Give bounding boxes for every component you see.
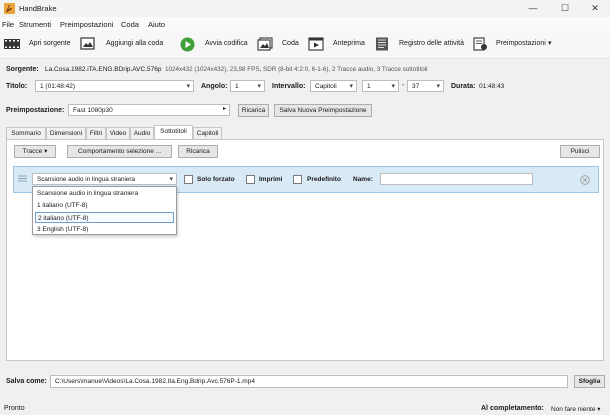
tab-dimensions[interactable]: Dimensioni xyxy=(46,127,86,139)
subtitle-track-select[interactable]: Scansione audio in lingua straniera xyxy=(32,173,177,185)
tracks-label: Tracce xyxy=(22,148,43,155)
dropdown-option-track-1[interactable]: 1 italiano (UTF-8) xyxy=(35,200,174,211)
handbrake-logo-icon xyxy=(4,3,15,14)
menu-queue[interactable]: Coda xyxy=(121,20,139,29)
forced-only-label: Solo forzato xyxy=(197,176,235,183)
add-to-queue-icon xyxy=(80,37,95,50)
preview-icon xyxy=(308,37,324,51)
name-label: Name: xyxy=(353,176,373,183)
dropdown-option-track-2[interactable]: 2 italiano (UTF-8) xyxy=(35,212,174,223)
drag-handle-icon[interactable] xyxy=(18,175,27,182)
preset-value: Fast 1080p30 xyxy=(73,107,113,114)
clear-button[interactable]: Pulisci xyxy=(560,145,600,158)
duration-label: Durata: xyxy=(451,83,476,90)
tab-filters[interactable]: Filtri xyxy=(86,127,106,139)
close-button[interactable]: ✕ xyxy=(580,0,610,17)
menu-presets[interactable]: Preimpostazioni xyxy=(60,20,113,29)
default-checkbox[interactable] xyxy=(293,175,302,184)
activity-log-icon xyxy=(376,37,388,51)
save-as-label: Salva come: xyxy=(6,378,47,385)
chevron-right-icon: ▸ xyxy=(222,106,226,112)
remove-track-icon[interactable] xyxy=(580,175,590,185)
queue-icon xyxy=(257,37,273,51)
range-mode-select[interactable]: Capitoli xyxy=(310,80,357,92)
burn-in-label: Imprimi xyxy=(259,176,283,183)
dropdown-option-foreign-scan[interactable]: Scansione audio in lingua straniera xyxy=(35,188,174,199)
tracks-button[interactable]: Tracce ▾ xyxy=(14,145,56,158)
dropdown-option-track-3[interactable]: 3 English (UTF-8) xyxy=(35,224,174,235)
forced-only-checkbox[interactable] xyxy=(184,175,193,184)
menu-file[interactable]: File xyxy=(2,20,14,29)
default-label: Predefinito xyxy=(307,176,341,183)
presets-button[interactable]: Preimpostazioni xyxy=(496,40,546,47)
menu-tools[interactable]: Strumenti xyxy=(19,20,51,29)
menu-help[interactable]: Aiuto xyxy=(148,20,165,29)
source-label: Sorgente: xyxy=(6,66,39,73)
track-name-input[interactable] xyxy=(380,173,533,185)
range-end-select[interactable]: 37 xyxy=(407,80,444,92)
save-new-preset-button[interactable]: Salva Nuova Preimpostazione xyxy=(274,104,372,117)
start-encode-button[interactable]: Avvia codifica xyxy=(205,40,248,47)
when-done-select[interactable]: Non fare niente ▾ xyxy=(551,405,601,413)
presets-chevron-down-icon[interactable]: ▾ xyxy=(548,39,552,47)
toolbar: Apri sorgente Aggiungi alla coda Avvia c… xyxy=(0,31,610,59)
status-bar: Pronto Al completamento: Non fare niente… xyxy=(0,402,610,415)
burn-in-checkbox[interactable] xyxy=(246,175,255,184)
tab-chapters[interactable]: Capitoli xyxy=(193,127,222,139)
play-icon xyxy=(180,37,195,52)
browse-button[interactable]: Sfoglia xyxy=(574,375,605,388)
app-title: HandBrake xyxy=(19,4,57,13)
film-strip-icon xyxy=(4,39,20,49)
range-label: Intervallo: xyxy=(272,83,306,90)
open-source-button[interactable]: Apri sorgente xyxy=(29,40,71,47)
status-text: Pronto xyxy=(4,405,25,412)
maximize-button[interactable]: ☐ xyxy=(550,0,580,17)
presets-icon xyxy=(473,37,487,51)
duration-value: 01:48:43 xyxy=(479,83,505,90)
angle-label: Angolo: xyxy=(201,83,228,90)
tracks-chevron-down-icon: ▾ xyxy=(44,148,48,155)
preview-button[interactable]: Anteprima xyxy=(333,40,365,47)
title-select[interactable]: 1 (01:48:42) xyxy=(35,80,194,92)
source-name: La.Cosa.1982.iTA.ENG.BDrip.AVC.576p xyxy=(45,66,162,73)
save-path-input[interactable]: C:\Users\manue\Videos\La.Cosa.1982.Ita.E… xyxy=(50,375,568,388)
tab-video[interactable]: Video xyxy=(106,127,130,139)
minimize-button[interactable]: — xyxy=(518,0,548,17)
range-start-select[interactable]: 1 xyxy=(362,80,399,92)
preset-select[interactable]: Fast 1080p30 ▸ xyxy=(68,104,230,116)
title-label: Titolo: xyxy=(6,83,28,90)
selection-behavior-button[interactable]: Comportamento selezione ... xyxy=(67,145,172,158)
range-separator: - xyxy=(402,82,405,89)
tab-audio[interactable]: Audio xyxy=(130,127,154,139)
when-done-label: Al completamento: xyxy=(481,405,545,412)
add-to-queue-button[interactable]: Aggiungi alla coda xyxy=(106,40,163,47)
source-info: 1024x432 (1024x432), 23,98 FPS, SDR (8-b… xyxy=(165,66,428,73)
menu-bar: File Strumenti Preimpostazioni Coda Aiut… xyxy=(0,17,610,31)
tab-summary[interactable]: Sommario xyxy=(6,127,46,139)
reload-subtitles-button[interactable]: Ricarica xyxy=(178,145,218,158)
angle-select[interactable]: 1 xyxy=(230,80,265,92)
activity-log-button[interactable]: Registro delle attività xyxy=(399,40,464,47)
subtitle-track-dropdown: Scansione audio in lingua straniera 1 it… xyxy=(32,186,177,235)
reload-preset-button[interactable]: Ricarica xyxy=(238,104,269,117)
preset-label: Preimpostazione: xyxy=(6,107,65,114)
tab-subtitles[interactable]: Sottotitoli xyxy=(154,125,193,139)
title-bar: HandBrake — ☐ ✕ xyxy=(0,0,610,17)
queue-button[interactable]: Coda xyxy=(282,40,299,47)
